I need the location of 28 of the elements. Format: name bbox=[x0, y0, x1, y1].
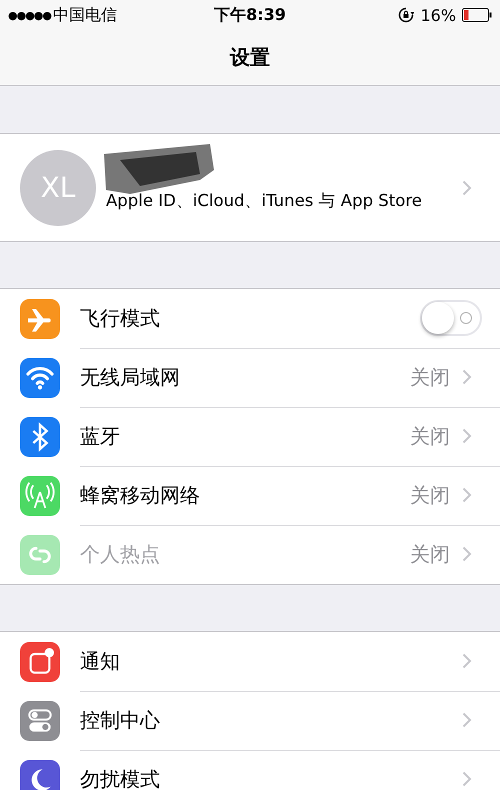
battery-icon bbox=[462, 8, 492, 22]
rotation-lock-icon bbox=[398, 7, 414, 23]
clock-time: 下午8:39 bbox=[214, 4, 286, 24]
chevron-icon bbox=[462, 428, 472, 444]
chevron-icon bbox=[462, 369, 472, 385]
setting-value: 关闭 bbox=[410, 364, 450, 390]
toggle-switch[interactable] bbox=[420, 300, 482, 336]
setting-value: 关闭 bbox=[410, 540, 450, 568]
setting-value: 关闭 bbox=[410, 422, 450, 450]
chevron-icon bbox=[462, 712, 472, 728]
carrier-name: 中国电信 bbox=[53, 4, 117, 26]
setting-label[interactable]: 通知 bbox=[80, 648, 450, 674]
signal-strength: ●●●●● bbox=[8, 8, 51, 22]
chevron-icon bbox=[462, 546, 472, 562]
chevron-icon bbox=[462, 653, 472, 669]
setting-label[interactable]: 蜂窝移动网络 bbox=[80, 482, 398, 508]
chevron-icon bbox=[462, 180, 472, 196]
chevron-icon bbox=[462, 771, 472, 787]
setting-value: 关闭 bbox=[410, 482, 450, 508]
setting-label[interactable]: 勿扰模式 bbox=[80, 766, 450, 790]
setting-label[interactable]: 飞行模式 bbox=[80, 304, 408, 332]
setting-label[interactable]: 无线局域网 bbox=[80, 364, 398, 390]
battery-percentage: 16% bbox=[420, 6, 456, 24]
page-title: 设置 bbox=[230, 44, 270, 71]
chevron-icon bbox=[462, 487, 472, 503]
account-subtitle: Apple ID、iCloud、iTunes 与 App Store bbox=[106, 190, 423, 212]
setting-label[interactable]: 控制中心 bbox=[80, 706, 450, 734]
setting-label[interactable]: 蓝牙 bbox=[80, 422, 398, 450]
